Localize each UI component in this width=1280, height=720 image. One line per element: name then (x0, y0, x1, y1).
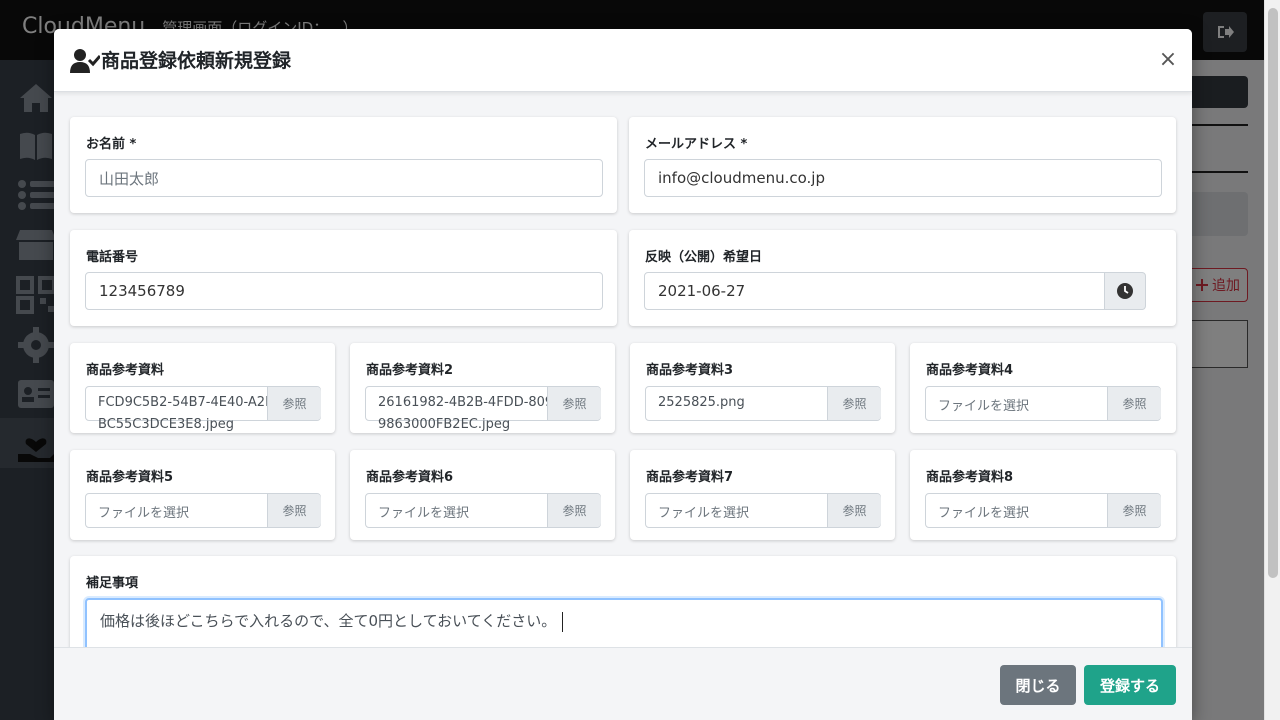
phone-card: 電話番号 123456789 (70, 230, 617, 326)
file-input-1[interactable]: FCD9C5B2-54B7-4E40-A2B4- BC55C3DCE3E8.jp… (85, 386, 321, 432)
file-label: 商品参考資料2 (366, 363, 454, 378)
modal-title: 商品登録依頼新規登録 (101, 50, 292, 72)
file-card-4: 商品参考資料4 ファイルを選択 参照 (910, 343, 1176, 433)
file-placeholder: ファイルを選択 (658, 506, 750, 521)
file-name-overflow: 9863000FB2EC.jpeg (378, 417, 511, 432)
file-label: 商品参考資料4 (926, 363, 1014, 378)
file-card-3: 商品参考資料3 2525825.png 参照 (630, 343, 895, 433)
file-placeholder: ファイルを選択 (938, 399, 1030, 414)
file-name: 2525825.png (658, 395, 745, 410)
phone-label: 電話番号 (86, 250, 139, 265)
browse-button[interactable]: 参照 (827, 387, 881, 420)
file-card-6: 商品参考資料6 ファイルを選択 参照 (350, 450, 615, 540)
browse-button[interactable]: 参照 (827, 494, 881, 527)
user-check-icon (70, 49, 100, 73)
submit-button[interactable]: 登録する (1084, 665, 1176, 705)
file-card-2: 商品参考資料2 26161982-4B2B-4FDD-8099- 9863000… (350, 343, 615, 433)
notes-text: 価格は後ほどこちらで入れるので、全て0円としておいてください。 (100, 612, 557, 630)
clock-icon (1117, 283, 1133, 299)
date-picker-button[interactable] (1104, 272, 1146, 310)
modal-body: お名前 * 山田太郎 メールアドレス * info@cloudmenu.co.j… (54, 93, 1192, 647)
file-name-overflow: BC55C3DCE3E8.jpeg (98, 417, 234, 432)
file-input-6[interactable]: ファイルを選択 参照 (365, 493, 601, 528)
file-label: 商品参考資料8 (926, 470, 1014, 485)
browse-button[interactable]: 参照 (1107, 494, 1161, 527)
file-label: 商品参考資料6 (366, 470, 454, 485)
file-label: 商品参考資料5 (86, 470, 174, 485)
scrollbar-thumb[interactable] (1268, 8, 1278, 578)
file-card-5: 商品参考資料5 ファイルを選択 参照 (70, 450, 335, 540)
name-card: お名前 * 山田太郎 (70, 117, 617, 213)
file-card-1: 商品参考資料 FCD9C5B2-54B7-4E40-A2B4- BC55C3DC… (70, 343, 335, 433)
name-input[interactable]: 山田太郎 (85, 159, 603, 197)
modal-footer: 閉じる 登録する (54, 647, 1192, 720)
browse-button[interactable]: 参照 (547, 387, 601, 420)
file-input-8[interactable]: ファイルを選択 参照 (925, 493, 1161, 528)
email-card: メールアドレス * info@cloudmenu.co.jp (629, 117, 1176, 213)
email-label: メールアドレス * (645, 137, 748, 152)
file-name: 26161982-4B2B-4FDD-8099- (378, 395, 548, 410)
close-button[interactable]: 閉じる (1000, 665, 1076, 705)
file-name: FCD9C5B2-54B7-4E40-A2B4- (98, 395, 268, 410)
file-input-5[interactable]: ファイルを選択 参照 (85, 493, 321, 528)
phone-input[interactable]: 123456789 (85, 272, 603, 310)
file-card-7: 商品参考資料7 ファイルを選択 参照 (630, 450, 895, 540)
file-input-4[interactable]: ファイルを選択 参照 (925, 386, 1161, 421)
modal-header: 商品登録依頼新規登録 × (54, 29, 1192, 92)
notes-textarea[interactable]: 価格は後ほどこちらで入れるので、全て0円としておいてください。 (85, 598, 1163, 647)
file-input-7[interactable]: ファイルを選択 参照 (645, 493, 881, 528)
browse-button[interactable]: 参照 (267, 387, 321, 420)
file-label: 商品参考資料7 (646, 470, 734, 485)
product-request-modal: 商品登録依頼新規登録 × お名前 * 山田太郎 メールアドレス * info@c… (54, 29, 1192, 720)
browse-button[interactable]: 参照 (1107, 387, 1161, 420)
publish-date-card: 反映（公開）希望日 2021-06-27 (629, 230, 1176, 326)
browse-button[interactable]: 参照 (267, 494, 321, 527)
text-caret (562, 611, 564, 632)
close-icon[interactable]: × (1158, 45, 1178, 73)
file-label: 商品参考資料 (86, 363, 165, 378)
file-placeholder: ファイルを選択 (938, 506, 1030, 521)
file-placeholder: ファイルを選択 (378, 506, 470, 521)
file-input-3[interactable]: 2525825.png 参照 (645, 386, 881, 421)
browse-button[interactable]: 参照 (547, 494, 601, 527)
publish-date-input[interactable]: 2021-06-27 (644, 272, 1120, 310)
notes-card: 補足事項 価格は後ほどこちらで入れるので、全て0円としておいてください。 (70, 556, 1176, 647)
email-input[interactable]: info@cloudmenu.co.jp (644, 159, 1162, 197)
file-placeholder: ファイルを選択 (98, 506, 190, 521)
file-label: 商品参考資料3 (646, 363, 734, 378)
page-scrollbar[interactable] (1264, 0, 1280, 720)
file-input-2[interactable]: 26161982-4B2B-4FDD-8099- 9863000FB2EC.jp… (365, 386, 601, 432)
notes-label: 補足事項 (86, 576, 139, 591)
publish-date-label: 反映（公開）希望日 (645, 250, 763, 265)
file-card-8: 商品参考資料8 ファイルを選択 参照 (910, 450, 1176, 540)
name-label: お名前 * (86, 137, 137, 152)
